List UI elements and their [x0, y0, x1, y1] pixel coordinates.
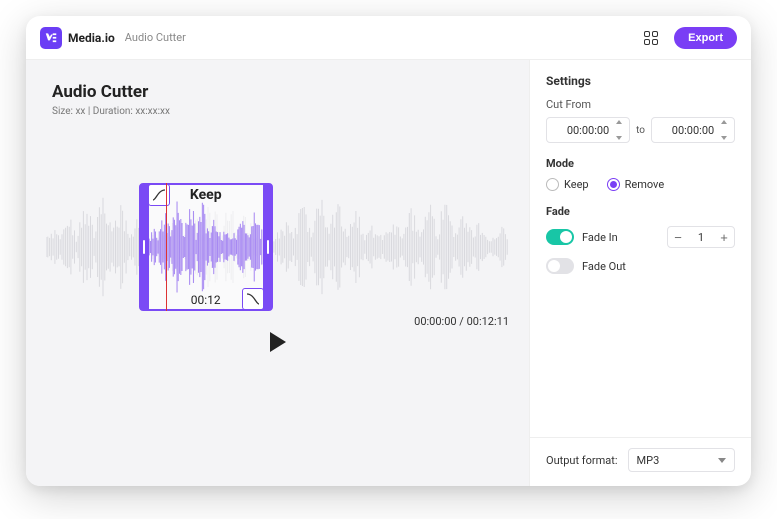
radio-icon — [607, 178, 620, 191]
brand-name: Media.io — [68, 31, 115, 45]
play-button[interactable] — [270, 332, 286, 352]
from-step-up[interactable] — [616, 120, 622, 124]
fade-in-value: 1 — [688, 231, 714, 244]
selection-duration: 00:12 — [174, 291, 238, 309]
mode-label: Mode — [546, 157, 735, 170]
selection-handle-left[interactable] — [143, 240, 145, 254]
fade-in-toggle[interactable] — [546, 229, 574, 245]
to-step-up[interactable] — [721, 120, 727, 124]
selection-box[interactable]: Keep 00:12 — [139, 183, 273, 311]
waveform-region[interactable]: Keep 00:12 — [46, 197, 509, 297]
settings-panel: Settings Cut From 00:00:00 to 00:00:00 M… — [529, 60, 751, 486]
cut-to-input[interactable]: 00:00:00 — [651, 117, 735, 143]
logo-icon — [40, 27, 62, 49]
page-title: Audio Cutter — [52, 82, 509, 102]
mode-keep-option[interactable]: Keep — [546, 178, 589, 191]
fade-out-label: Fade Out — [582, 260, 626, 273]
fade-in-label: Fade In — [582, 231, 618, 244]
fade-in-stepper: − 1 + — [667, 226, 735, 248]
selection-handle-right[interactable] — [267, 240, 269, 254]
fade-out-toggle[interactable] — [546, 258, 574, 274]
main-area: Audio Cutter Size: xx | Duration: xx:xx:… — [26, 60, 529, 486]
total-time: 00:12:11 — [467, 315, 509, 328]
topbar: Media.io Audio Cutter Export — [26, 16, 751, 60]
settings-heading: Settings — [546, 74, 735, 88]
current-time: 00:00:00 — [414, 315, 456, 328]
app-window: Media.io Audio Cutter Export Audio Cutte… — [26, 16, 751, 486]
fade-in-decrement[interactable]: − — [668, 227, 688, 247]
waveform-background — [46, 197, 509, 297]
radio-icon — [546, 178, 559, 191]
export-button[interactable]: Export — [674, 27, 737, 49]
mode-remove-option[interactable]: Remove — [607, 178, 665, 191]
playhead[interactable] — [166, 183, 167, 311]
to-label: to — [636, 125, 645, 136]
from-step-down[interactable] — [616, 136, 622, 140]
fade-in-increment[interactable]: + — [714, 227, 734, 247]
output-format-label: Output format: — [546, 454, 618, 467]
to-step-down[interactable] — [721, 136, 727, 140]
file-meta: Size: xx | Duration: xx:xx:xx — [52, 106, 509, 117]
output-format-select[interactable]: MP3 — [628, 448, 735, 472]
chevron-down-icon — [718, 458, 726, 463]
time-display: 00:00:00 / 00:12:11 — [46, 315, 509, 328]
breadcrumb: Audio Cutter — [125, 31, 186, 44]
cut-from-input[interactable]: 00:00:00 — [546, 117, 630, 143]
fade-label: Fade — [546, 205, 735, 218]
cut-from-label: Cut From — [546, 98, 735, 111]
apps-grid-icon[interactable] — [642, 29, 660, 47]
